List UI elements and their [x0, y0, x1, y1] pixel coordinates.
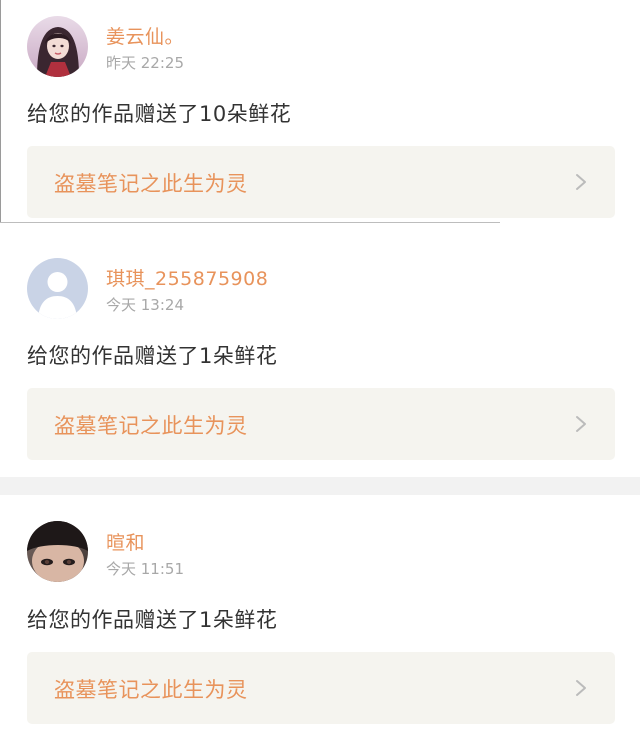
card-divider: [0, 222, 500, 223]
avatar[interactable]: [27, 258, 88, 319]
chevron-right-icon: [576, 680, 586, 696]
work-link-card[interactable]: 盗墓笔记之此生为灵: [27, 652, 615, 724]
work-link-card[interactable]: 盗墓笔记之此生为灵: [27, 388, 615, 460]
gift-message: 给您的作品赠送了10朵鲜花: [27, 102, 292, 126]
notification-feed: 姜云仙。 昨天 22:25 给您的作品赠送了10朵鲜花 盗墓笔记之此生为灵 琪琪…: [0, 0, 640, 740]
gift-message: 给您的作品赠送了1朵鲜花: [27, 608, 278, 632]
default-user-avatar-icon: [27, 258, 88, 319]
username[interactable]: 姜云仙。: [106, 22, 184, 49]
section-separator: [0, 477, 640, 495]
avatar[interactable]: [27, 521, 88, 582]
username[interactable]: 暄和: [106, 528, 145, 555]
card-edge-divider: [0, 0, 1, 222]
timestamp: 今天 13:24: [106, 296, 184, 314]
username[interactable]: 琪琪_255875908: [106, 264, 268, 291]
notification-card: 姜云仙。 昨天 22:25 给您的作品赠送了10朵鲜花 盗墓笔记之此生为灵: [0, 0, 640, 222]
user-photo-avatar-icon: [27, 521, 88, 582]
user-photo-avatar-icon: [27, 16, 88, 77]
avatar[interactable]: [27, 16, 88, 77]
notification-card: 暄和 今天 11:51 给您的作品赠送了1朵鲜花 盗墓笔记之此生为灵: [0, 496, 640, 740]
work-title: 盗墓笔记之此生为灵: [54, 414, 248, 438]
timestamp: 今天 11:51: [106, 560, 184, 578]
notification-card: 琪琪_255875908 今天 13:24 给您的作品赠送了1朵鲜花 盗墓笔记之…: [0, 226, 640, 476]
timestamp: 昨天 22:25: [106, 54, 184, 72]
chevron-right-icon: [576, 174, 586, 190]
work-title: 盗墓笔记之此生为灵: [54, 678, 248, 702]
gift-message: 给您的作品赠送了1朵鲜花: [27, 344, 278, 368]
work-title: 盗墓笔记之此生为灵: [54, 172, 248, 196]
chevron-right-icon: [576, 416, 586, 432]
work-link-card[interactable]: 盗墓笔记之此生为灵: [27, 146, 615, 218]
